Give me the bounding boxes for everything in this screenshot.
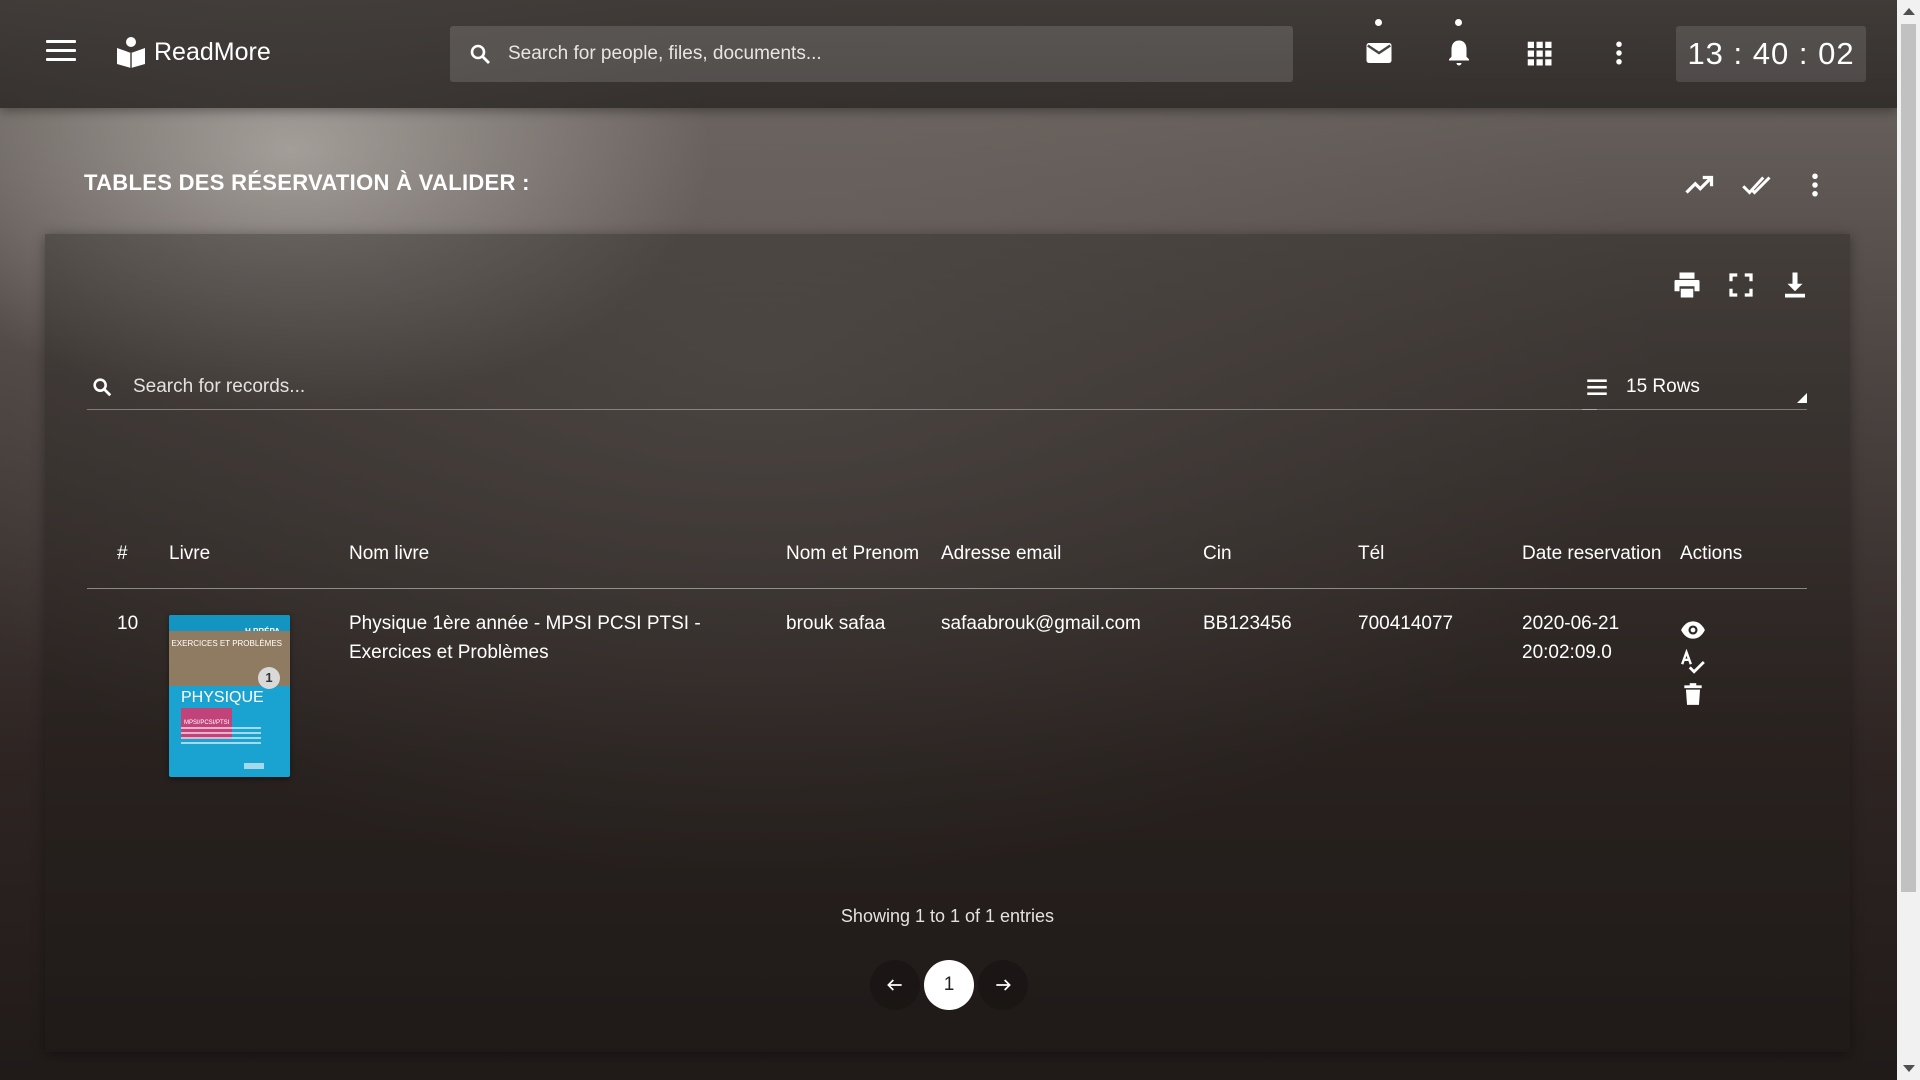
scroll-down-arrow-icon[interactable] xyxy=(1903,1065,1915,1072)
search-icon xyxy=(93,377,112,396)
eye-icon xyxy=(1681,620,1705,639)
column-header-nom-prenom[interactable]: Nom et Prenom xyxy=(786,488,941,589)
column-header-livre[interactable]: Livre xyxy=(169,488,349,589)
column-header-tel[interactable]: Tél xyxy=(1358,488,1522,589)
previous-page-button[interactable] xyxy=(870,960,920,1010)
records-search-bar[interactable] xyxy=(87,364,1597,410)
mail-icon xyxy=(1366,43,1392,63)
page-actions xyxy=(1684,170,1830,200)
menu-icon[interactable] xyxy=(46,40,76,64)
more-vert-icon xyxy=(1616,41,1622,65)
column-header-date[interactable]: Date reservation xyxy=(1522,488,1680,589)
dropdown-caret-icon xyxy=(1797,393,1807,403)
app-logo[interactable]: ReadMore xyxy=(116,36,271,68)
table-header-row: # Livre Nom livre Nom et Prenom Adresse … xyxy=(87,488,1807,589)
clock-display: 13 : 40 : 02 xyxy=(1676,26,1866,82)
arrow-right-icon xyxy=(996,979,1011,991)
cell-nom-prenom: brouk safaa xyxy=(786,612,886,634)
rows-per-page-label: 15 Rows xyxy=(1626,375,1700,397)
validate-all-button[interactable] xyxy=(1742,170,1772,200)
book-cover-publisher-mark xyxy=(244,762,264,769)
book-logo-icon xyxy=(117,37,145,68)
cell-livre: H PRÉPA EXERCICES ET PROBLÈMES 1 PHYSIQU… xyxy=(169,588,349,828)
fullscreen-button[interactable] xyxy=(1726,270,1756,300)
book-cover-text-lines xyxy=(181,726,261,747)
scroll-up-arrow-icon[interactable] xyxy=(1903,8,1915,15)
rows-per-page-select[interactable]: 15 Rows xyxy=(1582,364,1807,410)
cell-actions xyxy=(1680,588,1807,828)
scrollbar-thumb[interactable] xyxy=(1901,24,1916,892)
column-header-number[interactable]: # xyxy=(87,488,169,589)
book-cover-badge: 1 xyxy=(258,666,280,689)
global-search-bar[interactable] xyxy=(450,26,1293,82)
entries-info: Showing 1 to 1 of 1 entries xyxy=(840,906,1055,926)
next-page-button[interactable] xyxy=(978,960,1028,1010)
records-search-input[interactable] xyxy=(133,375,1597,398)
column-header-cin[interactable]: Cin xyxy=(1203,488,1358,589)
notifications-button[interactable] xyxy=(1444,19,1474,68)
cell-tel: 700414077 xyxy=(1358,612,1454,634)
list-icon xyxy=(1587,378,1607,395)
table-row: 10 H PRÉPA EXERCICES ET PROBLÈMES 1 PHYS… xyxy=(87,588,1807,828)
fullscreen-icon xyxy=(1729,273,1753,297)
arrow-left-icon xyxy=(887,979,902,991)
cell-cin: BB123456 xyxy=(1203,612,1292,634)
page-button-current[interactable]: 1 xyxy=(924,960,974,1010)
pagination: 1 xyxy=(870,960,1028,1010)
reservations-table: # Livre Nom livre Nom et Prenom Adresse … xyxy=(87,488,1807,828)
print-button[interactable] xyxy=(1672,270,1702,300)
cell-number: 10 xyxy=(117,612,139,634)
apps-grid-icon xyxy=(1527,41,1552,66)
book-cover-photo-text: EXERCICES ET PROBLÈMES xyxy=(171,638,282,648)
mail-notification-dot xyxy=(1375,19,1382,26)
book-cover-title: PHYSIQUE xyxy=(181,688,264,706)
validate-button[interactable] xyxy=(1680,648,1706,675)
download-button[interactable] xyxy=(1780,270,1810,300)
trending-up-icon xyxy=(1685,175,1714,194)
spellcheck-icon xyxy=(1681,648,1705,674)
download-icon xyxy=(1785,272,1805,298)
more-options-button[interactable] xyxy=(1604,38,1634,68)
done-all-icon xyxy=(1742,176,1771,195)
app-name: ReadMore xyxy=(154,37,271,66)
cell-email: safaabrouk@gmail.com xyxy=(941,612,1141,634)
page-more-button[interactable] xyxy=(1800,170,1830,200)
card-toolbar xyxy=(1672,270,1810,300)
global-search-input[interactable] xyxy=(508,43,1293,65)
delete-button[interactable] xyxy=(1680,681,1706,707)
column-header-actions: Actions xyxy=(1680,488,1807,589)
view-button[interactable] xyxy=(1680,617,1706,643)
page-scrollbar[interactable] xyxy=(1897,0,1920,1080)
top-app-bar: ReadMore 13 : 40 : 02 xyxy=(0,0,1897,108)
apps-button[interactable] xyxy=(1524,38,1554,68)
notification-dot xyxy=(1455,19,1462,26)
trash-icon xyxy=(1684,682,1702,705)
bell-icon xyxy=(1449,40,1469,66)
reservations-card: 15 Rows # Livre Nom livre Nom et Prenom … xyxy=(45,234,1850,1052)
book-cover-band: H PRÉPA xyxy=(169,614,290,636)
book-cover-image[interactable]: H PRÉPA EXERCICES ET PROBLÈMES 1 PHYSIQU… xyxy=(169,614,290,777)
print-icon xyxy=(1674,272,1700,298)
stats-button[interactable] xyxy=(1684,170,1714,200)
cell-nom-livre: Physique 1ère année - MPSI PCSI PTSI - E… xyxy=(349,612,701,663)
search-icon xyxy=(470,44,490,64)
column-header-nom-livre[interactable]: Nom livre xyxy=(349,488,786,589)
page-title: TABLES DES RÉSERVATION À VALIDER : xyxy=(84,170,530,195)
cell-date: 2020-06-21 20:02:09.0 xyxy=(1522,612,1620,663)
column-header-email[interactable]: Adresse email xyxy=(941,488,1203,589)
mail-button[interactable] xyxy=(1364,19,1394,68)
more-vert-icon xyxy=(1812,173,1818,197)
